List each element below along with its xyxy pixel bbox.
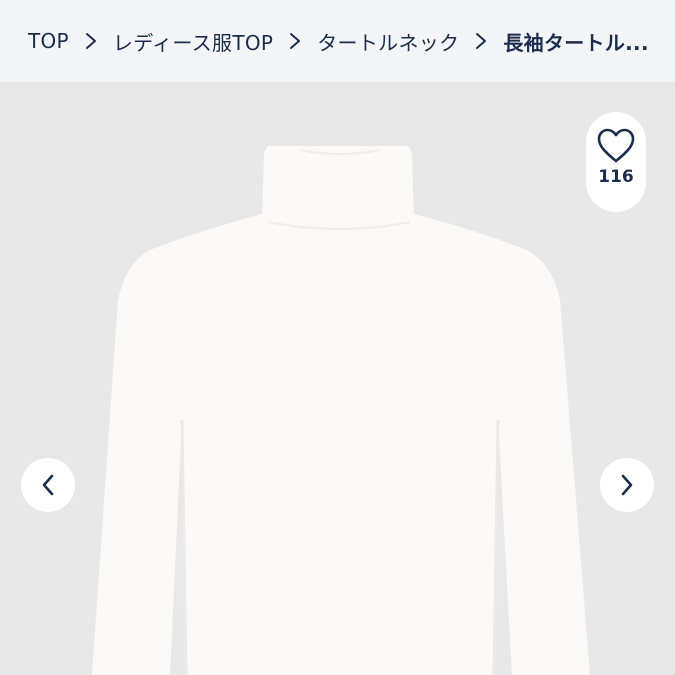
breadcrumb-top-link[interactable]: TOP [28,29,69,53]
heart-icon [597,128,635,163]
chevron-left-icon [42,474,54,496]
breadcrumb-current-item: 長袖タートル... [503,30,649,55]
chevron-right-icon [273,32,317,50]
chevron-right-icon [459,32,503,50]
breadcrumb: TOP レディース服TOP タートルネック 長袖タートル... [0,0,675,82]
previous-image-button[interactable] [21,458,75,512]
turtleneck-garment-image [92,146,590,675]
next-image-button[interactable] [600,458,654,512]
favorite-button[interactable]: 116 [586,112,646,212]
chevron-right-icon [621,474,633,496]
product-image[interactable] [0,82,675,675]
chevron-right-icon [69,32,113,50]
breadcrumb-turtleneck-link[interactable]: タートルネック [317,27,459,56]
favorite-count: 116 [598,167,634,187]
breadcrumb-womens-link[interactable]: レディース服TOP [113,27,273,56]
